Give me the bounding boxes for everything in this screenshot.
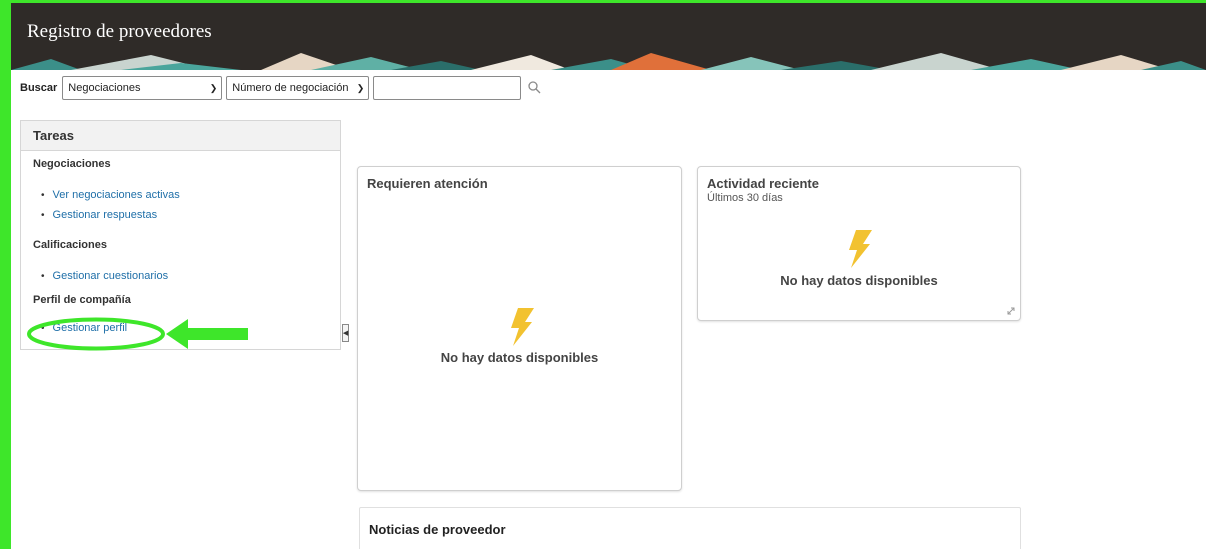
card-title: Noticias de proveedor xyxy=(369,522,506,537)
task-section-negotiations: Negociaciones • Ver negociaciones activas… xyxy=(21,151,340,225)
annotation-highlight-ellipse xyxy=(27,317,165,351)
tasks-panel-title: Tareas xyxy=(21,121,340,151)
task-section-title: Negociaciones xyxy=(33,158,111,170)
task-link-label: Ver negociaciones activas xyxy=(52,189,180,201)
search-input[interactable] xyxy=(373,76,522,100)
search-category-select[interactable]: Negociaciones ❯ xyxy=(62,76,223,100)
search-label: Buscar xyxy=(20,82,58,94)
collapse-panel-handle[interactable]: ◀ xyxy=(342,324,349,342)
task-link-manage-questionnaires[interactable]: • Gestionar cuestionarios xyxy=(33,266,328,286)
tasks-panel: Tareas Negociaciones • Ver negociaciones … xyxy=(20,120,341,350)
bullet: • xyxy=(41,209,45,221)
task-link-view-active-negotiations[interactable]: • Ver negociaciones activas xyxy=(33,185,328,205)
card-requires-attention: Requieren atención No hay datos disponib… xyxy=(357,166,682,491)
card-supplier-news: Noticias de proveedor xyxy=(359,507,1021,549)
card-title: Requieren atención xyxy=(367,176,488,191)
lightning-icon xyxy=(511,308,534,346)
annotation-frame-left xyxy=(0,0,11,549)
arrow-left-icon xyxy=(166,319,248,349)
card-title: Actividad reciente xyxy=(707,176,819,191)
page-title: Registro de proveedores xyxy=(27,21,212,42)
expand-icon[interactable] xyxy=(1006,306,1016,316)
no-data-message: No hay datos disponibles xyxy=(440,350,599,365)
bullet: • xyxy=(41,189,45,201)
header-decoration xyxy=(11,53,1206,70)
task-link-label: Gestionar cuestionarios xyxy=(52,270,169,282)
card-recent-activity: Actividad reciente Últimos 30 días No ha… xyxy=(697,166,1021,321)
task-link-label: Gestionar respuestas xyxy=(52,209,158,221)
search-icon[interactable] xyxy=(527,80,543,96)
search-field-value: Número de negociación xyxy=(232,82,349,94)
task-section-title: Calificaciones xyxy=(33,239,107,251)
task-section-title: Perfil de compañía xyxy=(33,294,131,306)
task-section-qualifications: Calificaciones • Gestionar cuestionarios xyxy=(21,225,340,286)
card-subtitle: Últimos 30 días xyxy=(707,192,783,204)
collapse-icon: ◀ xyxy=(342,330,349,337)
bullet: • xyxy=(41,270,45,282)
search-field-select[interactable]: Número de negociación ❯ xyxy=(226,76,370,100)
search-bar: Buscar Negociaciones ❯ Número de negocia… xyxy=(20,75,543,101)
app-header: Registro de proveedores xyxy=(11,3,1206,70)
chevron-down-icon: ❯ xyxy=(356,82,365,93)
search-category-value: Negociaciones xyxy=(68,82,141,94)
no-data-message: No hay datos disponibles xyxy=(780,273,938,288)
task-link-manage-responses[interactable]: • Gestionar respuestas xyxy=(33,205,328,225)
chevron-down-icon: ❯ xyxy=(209,82,218,93)
lightning-icon xyxy=(849,230,872,268)
